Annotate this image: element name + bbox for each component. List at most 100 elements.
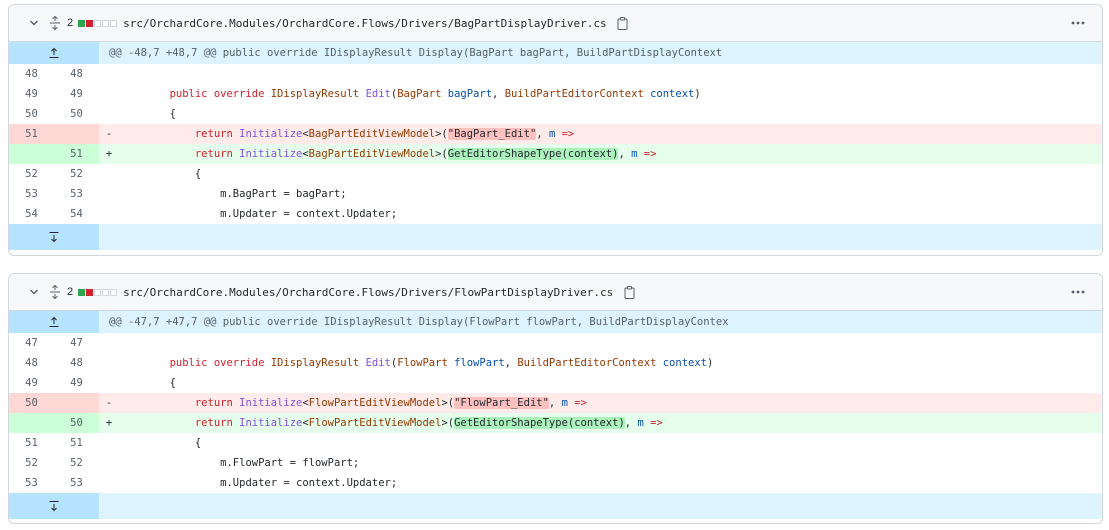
- new-line-number[interactable]: [54, 124, 99, 144]
- hunk-header-text: @@ -47,7 +47,7 @@ public override IDispl…: [99, 311, 1102, 333]
- context-line: 53 53 m.Updater = context.Updater;: [9, 473, 1102, 493]
- context-line: 54 54 m.Updater = context.Updater;: [9, 204, 1102, 224]
- code-line: return Initialize<BagPartEditViewModel>(…: [119, 144, 1102, 164]
- new-line-number[interactable]: 48: [54, 353, 99, 373]
- diff-file: 2 src/OrchardCore.Modules/OrchardCore.Fl…: [8, 273, 1103, 524]
- code-line: {: [119, 433, 1102, 453]
- diff-sign: [99, 373, 119, 393]
- diffstat-neutral-block: [102, 288, 110, 296]
- context-line: 53 53 m.BagPart = bagPart;: [9, 184, 1102, 204]
- file-header: 2 src/OrchardCore.Modules/OrchardCore.Fl…: [9, 5, 1102, 42]
- new-line-number[interactable]: 49: [54, 373, 99, 393]
- diffstat-add-block: [78, 19, 86, 27]
- diffstat-neutral-block: [94, 288, 102, 296]
- old-line-number[interactable]: 53: [9, 184, 54, 204]
- old-line-number[interactable]: 51: [9, 433, 54, 453]
- diff-sign: [99, 184, 119, 204]
- old-line-number[interactable]: 50: [9, 104, 54, 124]
- code-line: m.Updater = context.Updater;: [119, 204, 1102, 224]
- diff-file: 2 src/OrchardCore.Modules/OrchardCore.Fl…: [8, 4, 1103, 256]
- old-line-number[interactable]: 49: [9, 373, 54, 393]
- deleted-line: 51 - return Initialize<BagPartEditViewMod…: [9, 124, 1102, 144]
- hunk-header: @@ -48,7 +48,7 @@ public override IDispl…: [9, 42, 1102, 64]
- file-path[interactable]: src/OrchardCore.Modules/OrchardCore.Flow…: [123, 17, 606, 30]
- code-line: return Initialize<FlowPartEditViewModel>…: [119, 393, 1102, 413]
- new-line-number[interactable]: 49: [54, 84, 99, 104]
- code-line: return Initialize<BagPartEditViewModel>(…: [119, 124, 1102, 144]
- collapse-chevron-icon[interactable]: [29, 287, 39, 297]
- new-line-number[interactable]: [54, 393, 99, 413]
- diff-sign: [99, 84, 119, 104]
- changes-count: 2: [67, 17, 74, 29]
- expand-up-button[interactable]: [9, 42, 99, 64]
- new-line-number[interactable]: 52: [54, 453, 99, 473]
- new-line-number[interactable]: 53: [54, 184, 99, 204]
- expand-down-button[interactable]: [9, 224, 99, 250]
- old-line-number[interactable]: 49: [9, 84, 54, 104]
- old-line-number[interactable]: [9, 144, 54, 164]
- diffstat-neutral-block: [102, 19, 110, 27]
- context-line: 52 52 {: [9, 164, 1102, 184]
- expand-down-button[interactable]: [9, 493, 99, 519]
- more-options-icon[interactable]: [1070, 286, 1086, 298]
- diffstat-neutral-block: [94, 19, 102, 27]
- diff-sign: [99, 453, 119, 473]
- context-line: 47 47: [9, 333, 1102, 353]
- expand-down-icon: [49, 232, 59, 243]
- code-line: [119, 333, 1102, 353]
- new-line-number[interactable]: 51: [54, 144, 99, 164]
- old-line-number[interactable]: [9, 413, 54, 433]
- old-line-number[interactable]: 48: [9, 64, 54, 84]
- context-line: 50 50 {: [9, 104, 1102, 124]
- new-line-number[interactable]: 51: [54, 433, 99, 453]
- code-line: {: [119, 104, 1102, 124]
- diffstat-neutral-block: [110, 288, 118, 296]
- code-line: {: [119, 164, 1102, 184]
- old-line-number[interactable]: 51: [9, 124, 54, 144]
- expand-up-button[interactable]: [9, 311, 99, 333]
- expand-up-icon: [49, 316, 59, 327]
- expand-up-icon: [49, 47, 59, 58]
- diff-sign: -: [99, 393, 119, 413]
- context-line: 49 49 {: [9, 373, 1102, 393]
- collapse-chevron-icon[interactable]: [29, 18, 39, 28]
- new-line-number[interactable]: 50: [54, 413, 99, 433]
- diff-sign: +: [99, 144, 119, 164]
- new-line-number[interactable]: 54: [54, 204, 99, 224]
- old-line-number[interactable]: 54: [9, 204, 54, 224]
- new-line-number[interactable]: 52: [54, 164, 99, 184]
- context-line: 49 49 public override IDisplayResult Edit…: [9, 84, 1102, 104]
- context-line: 48 48: [9, 64, 1102, 84]
- diffstat-blocks: [78, 288, 118, 296]
- diff-sign: [99, 204, 119, 224]
- old-line-number[interactable]: 50: [9, 393, 54, 413]
- context-line: 52 52 m.FlowPart = flowPart;: [9, 453, 1102, 473]
- old-line-number[interactable]: 52: [9, 164, 54, 184]
- code-line: return Initialize<FlowPartEditViewModel>…: [119, 413, 1102, 433]
- copy-path-icon[interactable]: [617, 16, 629, 30]
- code-line: {: [119, 373, 1102, 393]
- file-header: 2 src/OrchardCore.Modules/OrchardCore.Fl…: [9, 274, 1102, 311]
- added-line: 51 + return Initialize<BagPartEditViewMod…: [9, 144, 1102, 164]
- old-line-number[interactable]: 48: [9, 353, 54, 373]
- copy-path-icon[interactable]: [623, 285, 635, 299]
- old-line-number[interactable]: 52: [9, 453, 54, 473]
- expand-down-icon: [49, 501, 59, 512]
- diff-sign: [99, 104, 119, 124]
- diffstat-neutral-block: [110, 19, 118, 27]
- diff-lines: 48 48 49 49 public override IDisplayResult …: [9, 64, 1102, 224]
- new-line-number[interactable]: 53: [54, 473, 99, 493]
- more-options-icon[interactable]: [1070, 17, 1086, 29]
- new-line-number[interactable]: 47: [54, 333, 99, 353]
- new-line-number[interactable]: 50: [54, 104, 99, 124]
- old-line-number[interactable]: 47: [9, 333, 54, 353]
- old-line-number[interactable]: 53: [9, 473, 54, 493]
- file-path[interactable]: src/OrchardCore.Modules/OrchardCore.Flow…: [123, 286, 613, 299]
- diff-sign: [99, 333, 119, 353]
- new-line-number[interactable]: 48: [54, 64, 99, 84]
- diffstat-del-block: [86, 19, 94, 27]
- code-line: m.FlowPart = flowPart;: [119, 453, 1102, 473]
- code-line: public override IDisplayResult Edit(BagP…: [119, 84, 1102, 104]
- expand-all-icon[interactable]: [49, 285, 61, 299]
- expand-all-icon[interactable]: [49, 16, 61, 30]
